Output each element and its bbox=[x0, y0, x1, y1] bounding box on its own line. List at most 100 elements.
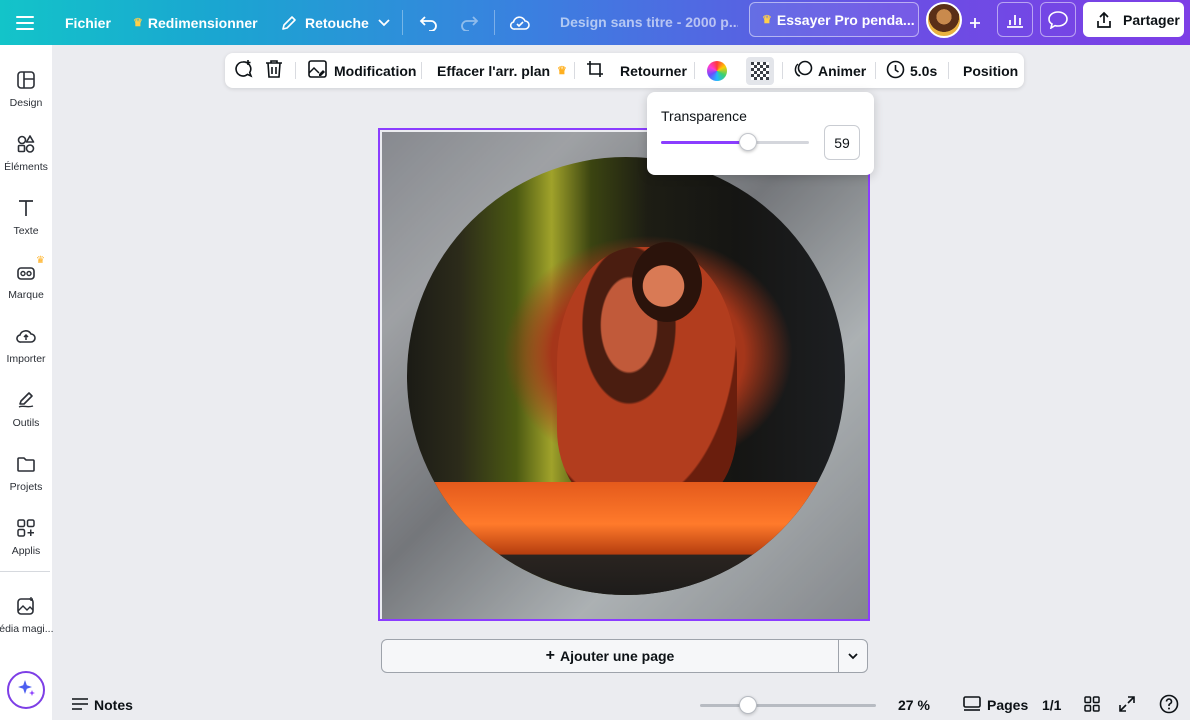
pages-label: Pages bbox=[987, 697, 1029, 713]
sidebar-item-label: Marque bbox=[8, 289, 44, 301]
plus-icon: + bbox=[545, 647, 555, 664]
transparency-button[interactable] bbox=[746, 53, 774, 88]
notes-button[interactable]: Notes bbox=[72, 690, 133, 720]
divider bbox=[295, 62, 296, 79]
grid-view-button[interactable] bbox=[1084, 690, 1100, 720]
apps-icon bbox=[15, 517, 37, 539]
sidebar-item-tools[interactable]: Outils bbox=[0, 380, 52, 440]
crop-button[interactable] bbox=[586, 53, 604, 88]
circle-cropped-photo[interactable] bbox=[407, 157, 845, 595]
color-button[interactable] bbox=[707, 53, 727, 88]
sidebar-item-label: Design bbox=[9, 97, 43, 109]
divider bbox=[948, 62, 949, 79]
crown-icon: ♛ bbox=[133, 17, 143, 29]
zoom-level[interactable]: 27 % bbox=[898, 690, 930, 720]
sidebar-item-upload[interactable]: Importer bbox=[0, 316, 52, 376]
fullscreen-button[interactable] bbox=[1119, 690, 1135, 720]
duration-button[interactable]: 5.0s bbox=[886, 53, 937, 88]
animate-button[interactable]: Animer bbox=[794, 53, 866, 88]
sidebar-item-label: Projets bbox=[9, 481, 43, 493]
divider bbox=[574, 62, 575, 79]
zoom-slider-handle[interactable] bbox=[738, 696, 757, 714]
position-button[interactable]: Position bbox=[963, 53, 1018, 88]
try-pro-label: Essayer Pro penda... bbox=[776, 11, 915, 28]
background-photo[interactable] bbox=[382, 132, 868, 619]
sidebar-item-text[interactable]: Texte bbox=[0, 188, 52, 248]
retouch-menu[interactable]: Retouche bbox=[278, 0, 395, 45]
animate-label: Animer bbox=[818, 62, 867, 79]
pages-button[interactable]: Pages bbox=[963, 690, 1028, 720]
avatar[interactable] bbox=[926, 2, 962, 38]
pencil-icon bbox=[278, 12, 300, 34]
file-menu[interactable]: Fichier bbox=[65, 0, 111, 45]
remove-background-button[interactable]: Effacer l'arr. plan ♛ bbox=[437, 53, 572, 88]
left-sidebar: Design Éléments Texte ♛ Marque Importer … bbox=[0, 45, 54, 720]
layout-icon bbox=[15, 69, 37, 91]
top-bar: Fichier ♛ Redimensionner Retouche Design… bbox=[0, 0, 1190, 45]
sidebar-item-brand[interactable]: ♛ Marque bbox=[0, 252, 52, 312]
color-wheel-icon bbox=[707, 60, 727, 81]
divider bbox=[875, 62, 876, 79]
delete-button[interactable] bbox=[265, 53, 283, 88]
bar-chart-icon bbox=[1004, 9, 1026, 31]
flip-button[interactable]: Retourner bbox=[620, 53, 687, 88]
redo-button[interactable] bbox=[458, 0, 480, 45]
edit-image-button[interactable]: Modification bbox=[308, 53, 416, 88]
add-page-label: Ajouter une page bbox=[559, 648, 675, 664]
magic-assistant-button[interactable] bbox=[7, 671, 45, 709]
try-pro-button[interactable]: ♛ Essayer Pro penda... bbox=[749, 2, 919, 37]
notes-label: Notes bbox=[94, 697, 133, 713]
transparency-slider[interactable] bbox=[661, 133, 809, 151]
sidebar-divider bbox=[0, 571, 50, 572]
retouch-label: Retouche bbox=[305, 14, 369, 31]
sidebar-item-design[interactable]: Design bbox=[0, 60, 52, 120]
cloud-check-icon bbox=[509, 12, 531, 34]
menu-button[interactable] bbox=[14, 0, 36, 45]
cloud-save-status[interactable] bbox=[509, 0, 531, 45]
divider bbox=[421, 62, 422, 79]
design-title-input[interactable]: Design sans titre - 2000 p... bbox=[548, 7, 738, 37]
zoom-slider[interactable] bbox=[700, 696, 876, 714]
notes-icon bbox=[72, 697, 88, 713]
remove-background-label: Effacer l'arr. plan bbox=[437, 62, 551, 79]
redo-icon bbox=[458, 12, 480, 34]
transparency-slider-fill bbox=[661, 141, 749, 144]
comment-icon bbox=[1047, 9, 1069, 31]
add-comment-button[interactable] bbox=[233, 53, 253, 88]
sidebar-item-elements[interactable]: Éléments bbox=[0, 124, 52, 184]
transparency-slider-handle[interactable] bbox=[739, 133, 758, 151]
help-button[interactable] bbox=[1159, 690, 1179, 720]
folder-icon bbox=[15, 453, 37, 475]
checkerboard-icon bbox=[746, 56, 774, 85]
share-label: Partager bbox=[1123, 11, 1180, 28]
analytics-button[interactable] bbox=[997, 2, 1033, 37]
divider bbox=[694, 62, 695, 79]
sidebar-item-projects[interactable]: Projets bbox=[0, 444, 52, 504]
pages-icon bbox=[963, 695, 981, 715]
design-page[interactable] bbox=[378, 128, 870, 621]
sidebar-item-label: Importer bbox=[6, 353, 46, 365]
resize-button[interactable]: ♛ Redimensionner bbox=[133, 0, 258, 45]
comments-button[interactable] bbox=[1040, 2, 1076, 37]
sidebar-item-magic-media[interactable]: Média magi... bbox=[0, 586, 54, 646]
add-page-options-button[interactable] bbox=[838, 639, 868, 673]
chevron-down-icon bbox=[848, 647, 858, 665]
brand-icon: ♛ bbox=[15, 255, 45, 283]
magic-media-icon bbox=[15, 595, 37, 617]
add-page-button[interactable]: + Ajouter une page bbox=[381, 639, 839, 673]
add-collaborator-button[interactable] bbox=[964, 0, 986, 45]
undo-button[interactable] bbox=[418, 0, 440, 45]
divider bbox=[494, 10, 495, 35]
cloud-upload-icon bbox=[15, 325, 37, 347]
crop-icon bbox=[586, 60, 604, 81]
transparency-value-input[interactable]: 59 bbox=[824, 125, 860, 160]
shapes-icon bbox=[15, 133, 37, 155]
sidebar-item-label: Média magi... bbox=[0, 623, 54, 635]
undo-icon bbox=[418, 12, 440, 34]
sidebar-item-apps[interactable]: Applis bbox=[0, 508, 52, 568]
share-button[interactable]: Partager bbox=[1083, 2, 1184, 37]
sidebar-item-label: Outils bbox=[12, 417, 40, 429]
context-toolbar: Modification Effacer l'arr. plan ♛ Retou… bbox=[225, 53, 1024, 88]
page-counter: 1/1 bbox=[1042, 697, 1062, 713]
comment-add-icon bbox=[233, 59, 253, 82]
